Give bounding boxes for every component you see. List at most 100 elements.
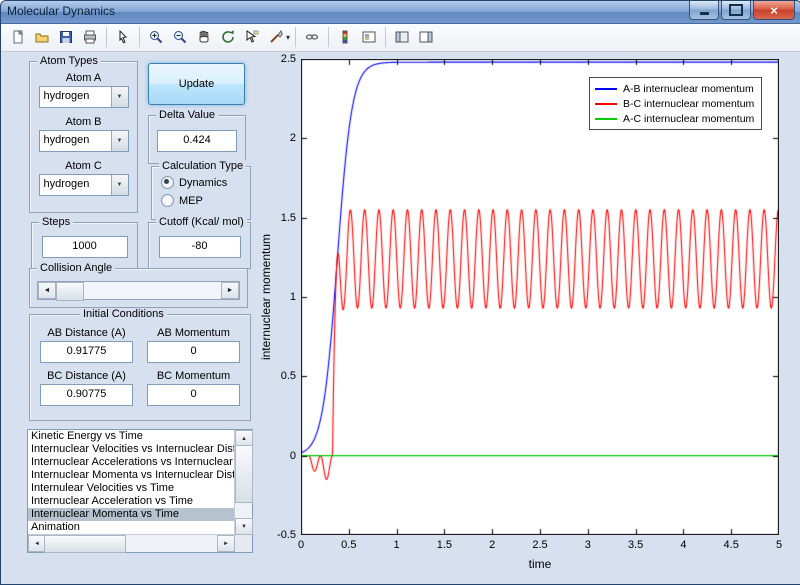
- plot-type-listbox[interactable]: Kinetic Energy vs Time Internuclear Veloc…: [27, 429, 253, 553]
- list-item[interactable]: Internuclear Acceleration vs Time: [28, 495, 235, 508]
- list-item[interactable]: Internuclear Accelerations vs Internucle…: [28, 456, 235, 469]
- insert-colorbar-button[interactable]: [333, 25, 357, 49]
- toolbar-separator: [295, 27, 297, 47]
- horizontal-scroll-thumb[interactable]: [44, 535, 126, 553]
- open-file-button[interactable]: [30, 25, 54, 49]
- cutoff-field[interactable]: -80: [158, 236, 241, 258]
- edit-plot-icon: [119, 29, 128, 44]
- delta-value-field[interactable]: 0.424: [157, 130, 237, 152]
- molecular-dynamics-window: Molecular Dynamics × ▾ Atom Types Atom A…: [0, 0, 800, 585]
- plot-area[interactable]: [301, 59, 779, 535]
- dropdown-arrow-icon[interactable]: ▼: [110, 87, 128, 107]
- initial-condition-label: AB Distance (A): [47, 327, 126, 339]
- insert-colorbar-icon: [342, 30, 348, 44]
- listbox-vertical-scrollbar[interactable]: ▲ ▼: [234, 430, 253, 535]
- initial-condition-label: BC Distance (A): [47, 370, 126, 382]
- dropdown-value: hydrogen: [43, 134, 90, 146]
- slider-track[interactable]: [56, 282, 221, 301]
- initial-condition-field[interactable]: 0.91775: [40, 341, 133, 363]
- initial-conditions-title: Initial Conditions: [80, 308, 167, 320]
- list-item[interactable]: Internuclear Momenta vs Internuclear Dis…: [28, 469, 235, 482]
- calculation-type-panel: Calculation Type Dynamics MEP: [151, 160, 251, 220]
- figure-toolbar: ▾: [1, 23, 800, 52]
- scroll-right-icon[interactable]: ►: [217, 535, 235, 552]
- y-tick-label: 0: [289, 449, 296, 462]
- save-figure-button[interactable]: [54, 25, 78, 49]
- collision-angle-slider[interactable]: ◄ ►: [37, 281, 240, 301]
- list-item[interactable]: Internuclear Momenta vs Time: [28, 508, 235, 521]
- x-tick-label: 4: [680, 539, 687, 551]
- show-plot-tools-icon: [419, 31, 433, 43]
- toolbar-separator: [139, 27, 140, 47]
- calc-option-mep[interactable]: MEP: [161, 194, 250, 207]
- link-plot-button[interactable]: [300, 25, 324, 49]
- pan-button[interactable]: [192, 25, 216, 49]
- cutoff-title: Cutoff (Kcal/ mol): [156, 216, 247, 228]
- calc-option-dynamics[interactable]: Dynamics: [161, 176, 250, 189]
- atom-b-dropdown[interactable]: hydrogen ▼: [38, 130, 129, 152]
- initial-condition-cell: BC Momentum 0: [147, 370, 240, 406]
- zoom-out-button[interactable]: [168, 25, 192, 49]
- radio-button-icon[interactable]: [161, 194, 174, 207]
- legend-entry[interactable]: A-C internuclear momentum: [595, 111, 754, 126]
- list-item[interactable]: Kinetic Energy vs Time: [28, 430, 235, 443]
- rotate-3d-button[interactable]: [216, 25, 240, 49]
- zoom-in-icon: [150, 31, 163, 44]
- initial-condition-field[interactable]: 0: [147, 341, 240, 363]
- edit-plot-button[interactable]: [111, 25, 135, 49]
- print-figure-button[interactable]: [78, 25, 102, 49]
- steps-field[interactable]: 1000: [41, 236, 128, 258]
- dropdown-arrow-icon[interactable]: ▼: [110, 175, 128, 195]
- maximize-icon: [729, 4, 743, 16]
- atom-a-label: Atom A: [65, 72, 102, 84]
- slider-thumb[interactable]: [56, 282, 84, 301]
- brush-dropdown-caret-icon[interactable]: ▾: [286, 33, 290, 42]
- y-tick-label: 2: [289, 132, 296, 145]
- calculation-type-title: Calculation Type: [159, 160, 247, 172]
- zoom-in-button[interactable]: [144, 25, 168, 49]
- hide-plot-tools-icon: [395, 31, 409, 43]
- new-figure-button[interactable]: [6, 25, 30, 49]
- legend-label: A-B internuclear momentum: [623, 82, 754, 95]
- radio-button-icon[interactable]: [161, 176, 174, 189]
- list-item[interactable]: Animation: [28, 521, 235, 534]
- chart-legend[interactable]: A-B internuclear momentum B-C internuclea…: [589, 77, 763, 130]
- initial-condition-cell: BC Distance (A) 0.90775: [40, 370, 133, 406]
- toolbar-separator: [328, 27, 330, 47]
- x-axis-label: time: [528, 557, 552, 571]
- pan-icon: [199, 30, 209, 43]
- minimize-button[interactable]: [689, 1, 719, 20]
- slider-left-arrow-icon[interactable]: ◄: [38, 282, 56, 299]
- brush-button[interactable]: [264, 25, 288, 49]
- atom-a-dropdown[interactable]: hydrogen ▼: [38, 86, 129, 108]
- window-titlebar[interactable]: Molecular Dynamics ×: [1, 1, 800, 24]
- slider-right-arrow-icon[interactable]: ►: [221, 282, 239, 299]
- insert-legend-icon: [362, 31, 376, 43]
- y-tick-label: -0.5: [277, 529, 296, 541]
- close-button[interactable]: ×: [753, 1, 795, 20]
- window-controls: ×: [689, 1, 795, 20]
- scroll-down-icon[interactable]: ▼: [235, 518, 253, 535]
- listbox-horizontal-scrollbar[interactable]: ◄ ►: [28, 534, 235, 553]
- list-item[interactable]: Internulear Velocities vs Time: [28, 482, 235, 495]
- maximize-button[interactable]: [721, 1, 751, 20]
- initial-condition-field[interactable]: 0.90775: [40, 384, 133, 406]
- atom-c-dropdown[interactable]: hydrogen ▼: [38, 174, 129, 196]
- zoom-out-icon: [174, 31, 187, 44]
- update-button[interactable]: Update: [148, 63, 245, 105]
- list-item[interactable]: Internuclear Velocities vs Internuclear …: [28, 443, 235, 456]
- show-plot-tools-button[interactable]: [414, 25, 438, 49]
- save-figure-icon: [60, 31, 72, 43]
- insert-legend-button[interactable]: [357, 25, 381, 49]
- legend-entry[interactable]: A-B internuclear momentum: [595, 81, 754, 96]
- vertical-scroll-thumb[interactable]: [235, 445, 253, 503]
- initial-condition-label: AB Momentum: [157, 327, 230, 339]
- link-plot-icon: [305, 34, 319, 40]
- x-tick-label: 3: [584, 539, 591, 551]
- initial-condition-field[interactable]: 0: [147, 384, 240, 406]
- hide-plot-tools-button[interactable]: [390, 25, 414, 49]
- legend-entry[interactable]: B-C internuclear momentum: [595, 96, 754, 111]
- x-tick-label: 2: [489, 539, 496, 551]
- data-cursor-button[interactable]: [240, 25, 264, 49]
- dropdown-arrow-icon[interactable]: ▼: [110, 131, 128, 151]
